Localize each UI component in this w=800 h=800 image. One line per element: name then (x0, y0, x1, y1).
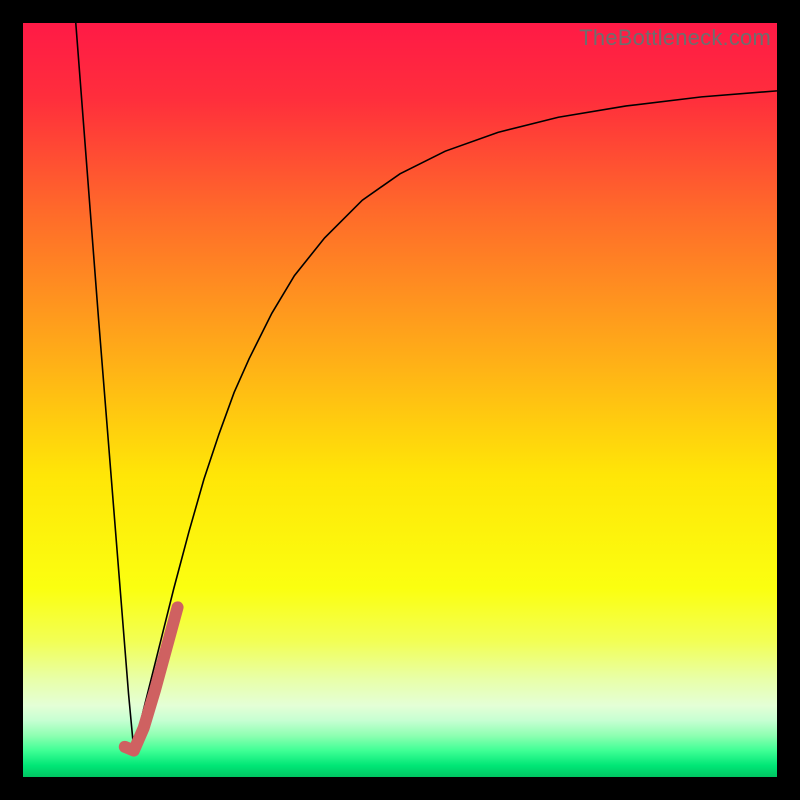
chart-frame: TheBottleneck.com (23, 23, 777, 777)
bottleneck-chart (23, 23, 777, 777)
gradient-backdrop (23, 23, 777, 777)
watermark-text: TheBottleneck.com (579, 25, 771, 51)
